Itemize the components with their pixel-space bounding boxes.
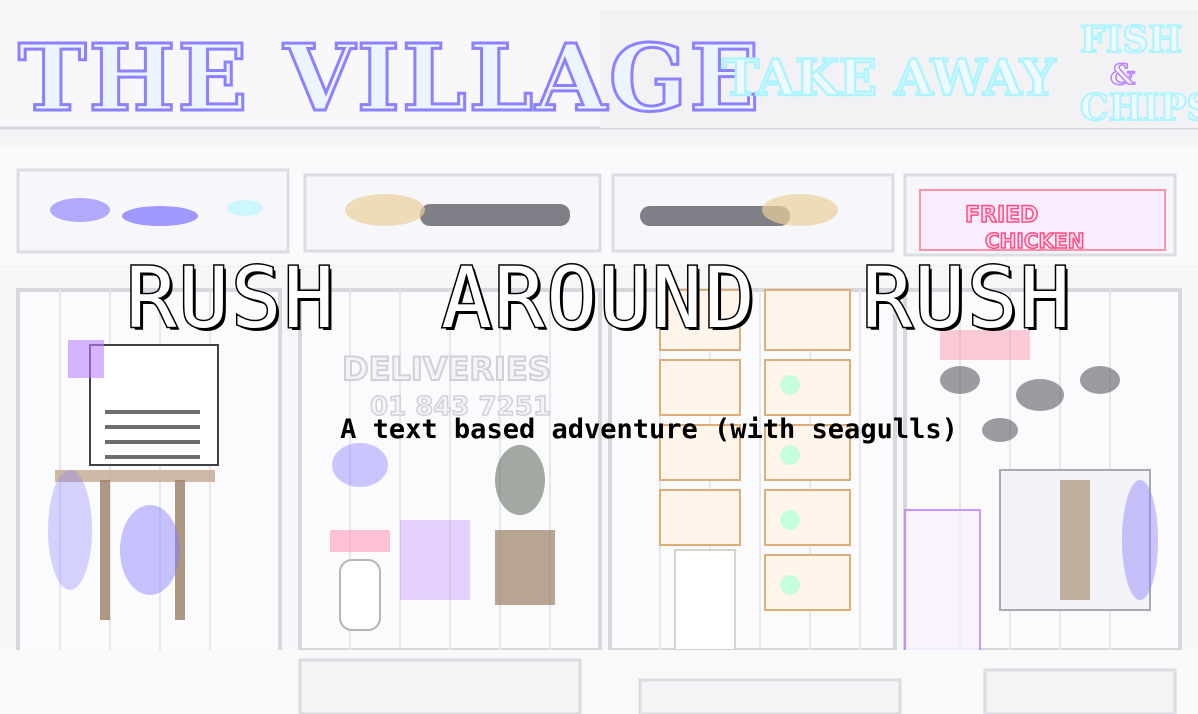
hero-overlay: RUSH AROUND RUSH A text based adventure …: [0, 0, 1198, 714]
game-subtitle: A text based adventure (with seagulls): [340, 414, 958, 445]
game-title: RUSH AROUND RUSH: [124, 249, 1073, 348]
